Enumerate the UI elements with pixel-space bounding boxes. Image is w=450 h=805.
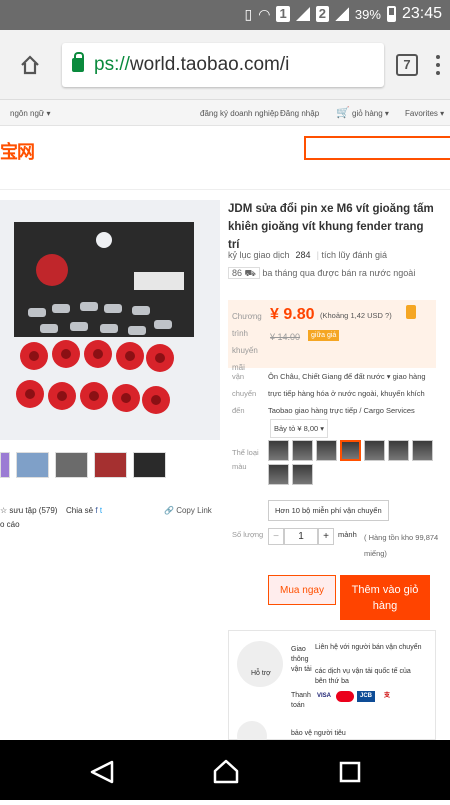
increment-button[interactable]: + [318, 528, 334, 545]
intl-shipping: các dịch vụ vận tải quốc tế của bên thứ … [315, 668, 411, 685]
service-panel: Hỗ trợ Giao thông vận tải Liên hệ với ng… [228, 630, 436, 751]
battery-percent: 39% [354, 6, 381, 22]
overflow-menu-icon[interactable] [436, 54, 440, 75]
variant-option[interactable] [340, 440, 361, 461]
site-top-nav: ngôn ngữ ▾ đăng ký doanh nghiệp Đăng nhậ… [0, 100, 450, 126]
search-input[interactable] [304, 136, 450, 160]
visa-icon: VISA [316, 693, 331, 699]
business-signup-link[interactable]: đăng ký doanh nghiệp [200, 109, 279, 118]
browser-toolbar: ps:// world.taobao.com/i 7 [0, 30, 450, 100]
url-field[interactable]: ps:// world.taobao.com/i [62, 42, 384, 87]
sim2-badge: 2 [315, 6, 329, 22]
payment-methods: VISA JCB 支 [315, 691, 396, 702]
shipping-label: vận chuyển đến [232, 372, 257, 415]
thumbnail[interactable] [16, 452, 49, 478]
alipay-icon: 支 [383, 693, 390, 699]
quantity-label: Số lượng [232, 530, 264, 539]
url-text: world.taobao.com/i [129, 53, 290, 75]
recents-icon [339, 761, 361, 783]
shipping-info: vận chuyển đến Ôn Châu, Chiết Giang để đấ… [232, 368, 442, 438]
variant-label: Thể loại màu [232, 448, 259, 471]
shipping-fee-select[interactable]: Bảy tỏ ¥ 8,00 ▾ [270, 419, 329, 438]
thumbnail[interactable] [133, 452, 166, 478]
cart-menu[interactable]: giỏ hàng ▾ [352, 109, 389, 118]
tab-switcher-button[interactable]: 7 [396, 53, 418, 76]
service-label: Giao thông vận tải [291, 646, 312, 673]
back-icon [90, 760, 114, 784]
share-label: Chia sẻ f t [66, 506, 103, 515]
seller-contact[interactable]: Liên hệ với người bán vận chuyển [315, 643, 425, 653]
variant-option[interactable] [292, 464, 313, 485]
price-usd: (Khoảng 1,42 USD ?) [320, 311, 392, 320]
price-box: Chương trình khuyến mãi ¥ 9.80 (Khoảng 1… [228, 300, 436, 372]
mastercard-icon [336, 691, 354, 702]
android-nav-bar [0, 740, 450, 800]
variant-option[interactable] [412, 440, 433, 461]
battery-icon [386, 6, 396, 22]
variant-option[interactable] [292, 440, 313, 461]
facebook-icon: f [95, 506, 98, 515]
add-to-cart-button[interactable]: Thêm vào giỏ hàng [340, 575, 430, 620]
sim1-badge: 1 [276, 6, 290, 22]
quantity-stepper: − 1 + [268, 528, 334, 545]
twitter-icon: t [99, 506, 103, 515]
support-label: Hỗ trợ [251, 670, 271, 677]
wifi-icon: ◠ [258, 5, 271, 22]
discount-badge: giữa giá [308, 330, 340, 341]
quantity-input[interactable]: 1 [284, 528, 318, 545]
payment-label: Thanh toán [291, 692, 311, 709]
variant-option[interactable] [364, 440, 385, 461]
variant-option[interactable] [268, 440, 289, 461]
bundle-option[interactable]: Hơn 10 bộ miễn phí vận chuyển [268, 500, 389, 521]
clock: 23:45 [401, 5, 442, 22]
coupon-icon[interactable] [406, 305, 416, 319]
sales-stats: kỷ lục giao dịch 284 | tích lũy đánh giá 8… [228, 250, 416, 279]
decrement-button[interactable]: − [268, 528, 284, 545]
variant-option[interactable] [388, 440, 409, 461]
taobao-logo[interactable]: 宝网 [0, 138, 35, 164]
site-header: 宝网 [0, 126, 450, 190]
lock-icon [72, 51, 84, 72]
cart-icon[interactable]: 🛒 [336, 106, 350, 119]
favorites-menu[interactable]: Favorites ▾ [405, 109, 444, 118]
report-link[interactable]: o cáo [0, 520, 20, 529]
status-bar: ▯ ◠ 1 2 39% 23:45 [0, 0, 450, 30]
shipping-text: Ôn Châu, Chiết Giang để đất nước ▾ giao … [268, 372, 426, 415]
price-label: Chương trình khuyến mãi [232, 312, 262, 372]
copy-link[interactable]: 🔗 Copy Link [164, 506, 212, 515]
jcb-icon: JCB [357, 691, 375, 702]
login-link[interactable]: Đăng nhập [280, 109, 319, 118]
language-menu[interactable]: ngôn ngữ ▾ [10, 109, 51, 118]
price: ¥ 9.80 [270, 306, 315, 323]
variant-picker [268, 440, 438, 485]
buyer-protection: bảo vệ người tiêu [291, 730, 346, 737]
signal-icon [334, 7, 349, 21]
thumbnail[interactable] [94, 452, 127, 478]
variant-option[interactable] [316, 440, 337, 461]
home-button[interactable] [10, 45, 50, 85]
home-icon [21, 54, 39, 74]
url-scheme: ps:// [94, 53, 130, 75]
product-page: ☆ sưu tập (579) Chia sẻ f t 🔗 Copy Link … [0, 190, 450, 751]
variant-option[interactable] [268, 464, 289, 485]
original-price: ¥ 14.00 [270, 332, 301, 342]
stock-info: ( Hàng tồn kho 99,874 miếng) [364, 533, 439, 558]
thumbnail-strip [0, 452, 166, 478]
thumbnail[interactable] [55, 452, 88, 478]
home-nav-icon [213, 759, 239, 784]
vibrate-icon: ▯ [244, 5, 253, 22]
unit-label: mảnh [338, 530, 357, 539]
signal-icon [295, 7, 310, 21]
favorite-link[interactable]: ☆ sưu tập (579) [0, 506, 57, 515]
product-image[interactable] [0, 200, 220, 440]
thumbnail[interactable] [0, 452, 10, 478]
support-icon[interactable] [237, 641, 283, 687]
buy-now-button[interactable]: Mua ngay [268, 575, 336, 605]
